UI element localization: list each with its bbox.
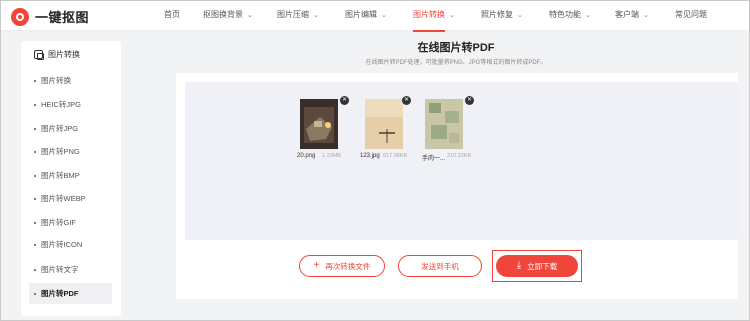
- nav-item-convert[interactable]: 图片转换 ⌄: [413, 9, 456, 32]
- logo[interactable]: 一键抠图: [11, 7, 89, 26]
- chevron-down-icon: ⌄: [516, 12, 524, 19]
- remove-file-icon[interactable]: ✕: [465, 96, 474, 105]
- nav-item-compress[interactable]: 图片压缩 ⌄: [277, 9, 320, 20]
- image-preview: [365, 99, 403, 149]
- sidebar-title: 图片转换: [34, 49, 80, 60]
- send-to-phone-button[interactable]: 发送到手机: [398, 255, 482, 277]
- nav-item-edit[interactable]: 图片编辑 ⌄: [345, 9, 388, 20]
- chevron-down-icon: ⌄: [448, 12, 456, 19]
- sidebar-item-to-pdf[interactable]: 图片转PDF: [29, 283, 112, 304]
- top-navbar: 一键抠图 首页 抠图换背景 ⌄ 图片压缩 ⌄ 图片编辑 ⌄ 图片转换 ⌄ 照片修复 ⌄ 特…: [1, 1, 749, 32]
- sidebar-item-to-text[interactable]: 图片转文字: [29, 259, 112, 280]
- sidebar-item-to-jpg[interactable]: 图片转JPG: [29, 118, 112, 139]
- nav-item-repair[interactable]: 照片修复 ⌄: [481, 9, 524, 20]
- file-size: 617.98KB: [383, 153, 408, 159]
- chevron-down-icon: ⌄: [642, 12, 650, 19]
- file-size: 210.22KB: [447, 153, 472, 159]
- convert-icon: [34, 50, 44, 60]
- sidebar-item-to-gif[interactable]: 图片转GIF: [29, 212, 112, 233]
- file-thumbnail[interactable]: [300, 99, 338, 149]
- nav-item-client[interactable]: 客户端 ⌄: [615, 9, 650, 20]
- remove-file-icon[interactable]: ✕: [340, 96, 349, 105]
- nav-item-features[interactable]: 特色功能 ⌄: [549, 9, 592, 20]
- nav-item-home[interactable]: 首页: [164, 9, 180, 20]
- file-name: 20.png: [297, 153, 316, 159]
- convert-again-button[interactable]: + 再次转换文件: [299, 255, 385, 277]
- app-name: 一键抠图: [35, 10, 90, 25]
- nav-item-cutout[interactable]: 抠图换背景 ⌄: [203, 9, 254, 20]
- file-thumbnail[interactable]: [365, 99, 403, 149]
- page-title: 在线图片转PDF: [417, 42, 495, 54]
- file-name: 手肉一...: [422, 156, 446, 162]
- sidebar-item-to-bmp[interactable]: 图片转BMP: [29, 165, 112, 186]
- sidebar-item-to-png[interactable]: 图片转PNG: [29, 141, 112, 162]
- chevron-down-icon: ⌄: [380, 12, 388, 19]
- remove-file-icon[interactable]: ✕: [402, 96, 411, 105]
- file-thumbnail[interactable]: [425, 99, 463, 149]
- logo-icon: [11, 7, 29, 26]
- chevron-down-icon: ⌄: [246, 12, 254, 19]
- image-preview: [425, 99, 463, 149]
- plus-icon: +: [313, 260, 320, 271]
- sidebar-item-to-webp[interactable]: 图片转WEBP: [29, 188, 112, 209]
- chevron-down-icon: ⌄: [312, 12, 320, 19]
- sidebar: 图片转换 图片转换 HEIC转JPG 图片转JPG 图片转PNG 图片转BMP …: [21, 41, 121, 316]
- chevron-down-icon: ⌄: [584, 12, 592, 19]
- sidebar-item-to-icon[interactable]: 图片转ICON: [29, 234, 112, 255]
- file-name: 123.jpg: [360, 153, 380, 159]
- file-size: 1.23MB: [322, 153, 341, 159]
- sidebar-item-heic-jpg[interactable]: HEIC转JPG: [29, 94, 112, 115]
- image-preview: [300, 99, 338, 149]
- download-button[interactable]: ⤓ 立即下载: [496, 255, 578, 277]
- nav-item-faq[interactable]: 常见问题: [675, 9, 707, 20]
- page-subtitle: 在线图片转PDF处理，可批量将PNG、JPG等格式的图片转成PDF。: [365, 60, 547, 66]
- download-icon: ⤓: [516, 260, 522, 271]
- sidebar-item-image-convert[interactable]: 图片转换: [29, 70, 112, 91]
